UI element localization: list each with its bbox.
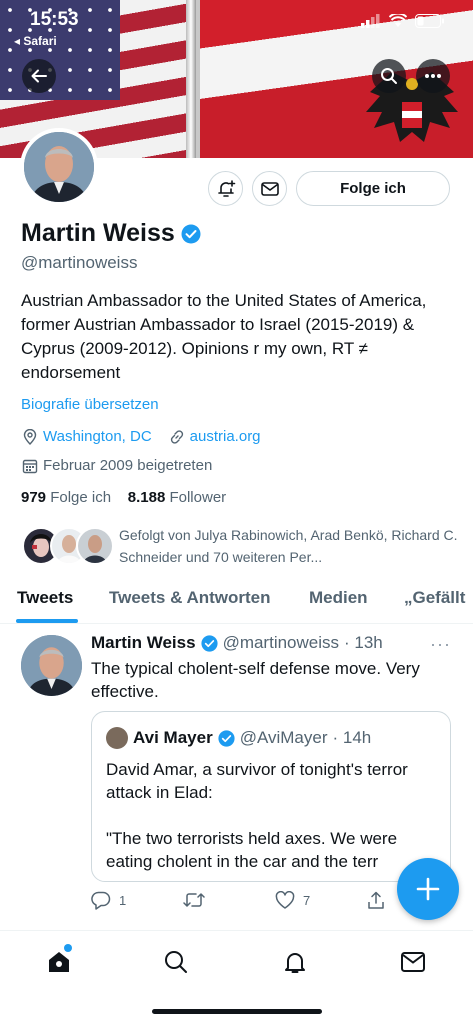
profile-handle: @martinoweiss: [21, 253, 138, 272]
followers-count-link[interactable]: 8.188 Follower: [128, 489, 226, 506]
more-options-button[interactable]: [416, 59, 450, 93]
nav-home[interactable]: [44, 944, 74, 977]
compose-icon: [416, 877, 440, 901]
avatar: [76, 527, 114, 565]
quoted-author-name: Avi Mayer: [133, 728, 213, 747]
profile-name-row: Martin Weiss: [21, 219, 201, 248]
retweet-button[interactable]: [183, 891, 213, 909]
profile-photo: [24, 132, 94, 202]
quoted-tweet-text: David Amar, a survivor of tonight's terr…: [106, 760, 408, 871]
share-button[interactable]: [367, 891, 385, 910]
status-bar: 15:53 ◂ Safari: [0, 0, 473, 50]
profile-tabs: Tweets Tweets & Antworten Medien „Gefäll…: [0, 578, 473, 624]
link-icon: [170, 429, 183, 444]
back-arrow-icon: [31, 69, 47, 83]
tweet-actions: 1 7: [91, 891, 391, 913]
follow-counts: 979 Folge ich 8.188 Follower: [21, 489, 226, 506]
profile-website-link[interactable]: austria.org: [190, 428, 261, 445]
profile-location: Washington, DC: [43, 428, 152, 445]
reply-button[interactable]: 1: [91, 891, 126, 910]
like-button[interactable]: 7: [275, 891, 310, 909]
verified-icon: [181, 224, 201, 243]
profile-bio: Austrian Ambassador to the United States…: [21, 291, 427, 382]
search-button[interactable]: [372, 59, 406, 93]
profile-name: Martin Weiss: [21, 219, 175, 247]
active-tab-indicator: [16, 619, 78, 623]
home-indicator[interactable]: [152, 1009, 322, 1014]
tab-tweets[interactable]: Tweets: [17, 588, 73, 608]
compose-tweet-button[interactable]: [397, 858, 459, 920]
quoted-author-handle: @AviMayer: [239, 728, 328, 747]
back-app-label: Safari: [23, 34, 57, 48]
quoted-tweet-header: Avi Mayer @AviMayer · 14h: [106, 727, 371, 749]
back-to-safari[interactable]: ◂ Safari: [14, 34, 57, 48]
share-icon: [368, 891, 384, 909]
mail-icon: [401, 952, 425, 972]
followers-count: 8.188: [127, 489, 166, 506]
tab-likes[interactable]: „Gefällt: [404, 588, 465, 608]
reply-icon: [91, 891, 111, 910]
verified-icon: [218, 729, 235, 747]
followers-label: Follower: [169, 489, 227, 506]
following-button[interactable]: Folge ich: [296, 171, 450, 206]
tweet-avatar-photo: [21, 635, 82, 696]
profile-avatar[interactable]: [20, 128, 98, 206]
nav-search[interactable]: [161, 947, 191, 977]
mail-icon: [260, 181, 279, 196]
more-icon: [425, 74, 441, 78]
verified-icon: [200, 634, 218, 652]
search-icon: [165, 951, 187, 973]
tab-tweets-and-replies[interactable]: Tweets & Antworten: [109, 588, 271, 608]
following-count-link[interactable]: 979 Folge ich: [21, 489, 111, 506]
profile-meta-location-row: Washington, DC austria.org: [22, 428, 261, 445]
battery-icon: [415, 14, 444, 28]
followed-by-avatars[interactable]: [22, 527, 114, 567]
quoted-timestamp: · 14h: [332, 728, 372, 747]
tweet-timestamp: · 13h: [344, 633, 383, 652]
tweet-author-name[interactable]: Martin Weiss: [91, 633, 196, 653]
bell-plus-icon: [217, 179, 235, 197]
tweet-header: Martin Weiss @martinoweiss · 13h: [91, 633, 383, 653]
notify-button[interactable]: [208, 171, 243, 206]
status-icons: [361, 14, 445, 28]
back-button[interactable]: [22, 59, 56, 93]
profile-joined-date: Februar 2009 beigetreten: [43, 457, 213, 474]
like-count: 7: [303, 892, 311, 908]
location-icon: [23, 428, 37, 445]
tweet-more-icon[interactable]: ···: [430, 634, 451, 655]
like-icon: [275, 891, 295, 909]
avatar: [106, 727, 128, 749]
home-icon: [49, 952, 69, 972]
quoted-tweet[interactable]: Avi Mayer @AviMayer · 14h David Amar, a …: [91, 711, 451, 882]
followed-by-text[interactable]: Gefolgt von Julya Rabinowich, Arad Benkö…: [119, 524, 459, 570]
retweet-icon: [183, 893, 205, 907]
profile-meta-joined-row: Februar 2009 beigetreten: [22, 457, 212, 474]
following-count: 979: [21, 489, 47, 506]
search-icon: [381, 68, 397, 84]
following-label: Folge ich: [50, 489, 112, 506]
nav-notifications[interactable]: [280, 947, 310, 977]
status-time: 15:53: [30, 9, 79, 30]
calendar-icon: [22, 459, 38, 473]
translate-bio-link[interactable]: Biografie übersetzen: [21, 396, 159, 413]
reply-count: 1: [119, 893, 127, 908]
bottom-navigation: [0, 930, 473, 1024]
nav-messages[interactable]: [398, 947, 428, 977]
bell-icon: [285, 953, 305, 973]
cellular-icon: [361, 14, 380, 28]
tweet-avatar[interactable]: [21, 635, 82, 696]
home-notification-dot: [64, 944, 72, 952]
tweet-author-handle[interactable]: @martinoweiss: [223, 633, 339, 653]
tweet-text: The typical cholent-self defense move. V…: [91, 659, 420, 701]
wifi-icon: [389, 14, 407, 27]
message-button[interactable]: [252, 171, 287, 206]
tab-media[interactable]: Medien: [309, 588, 368, 608]
